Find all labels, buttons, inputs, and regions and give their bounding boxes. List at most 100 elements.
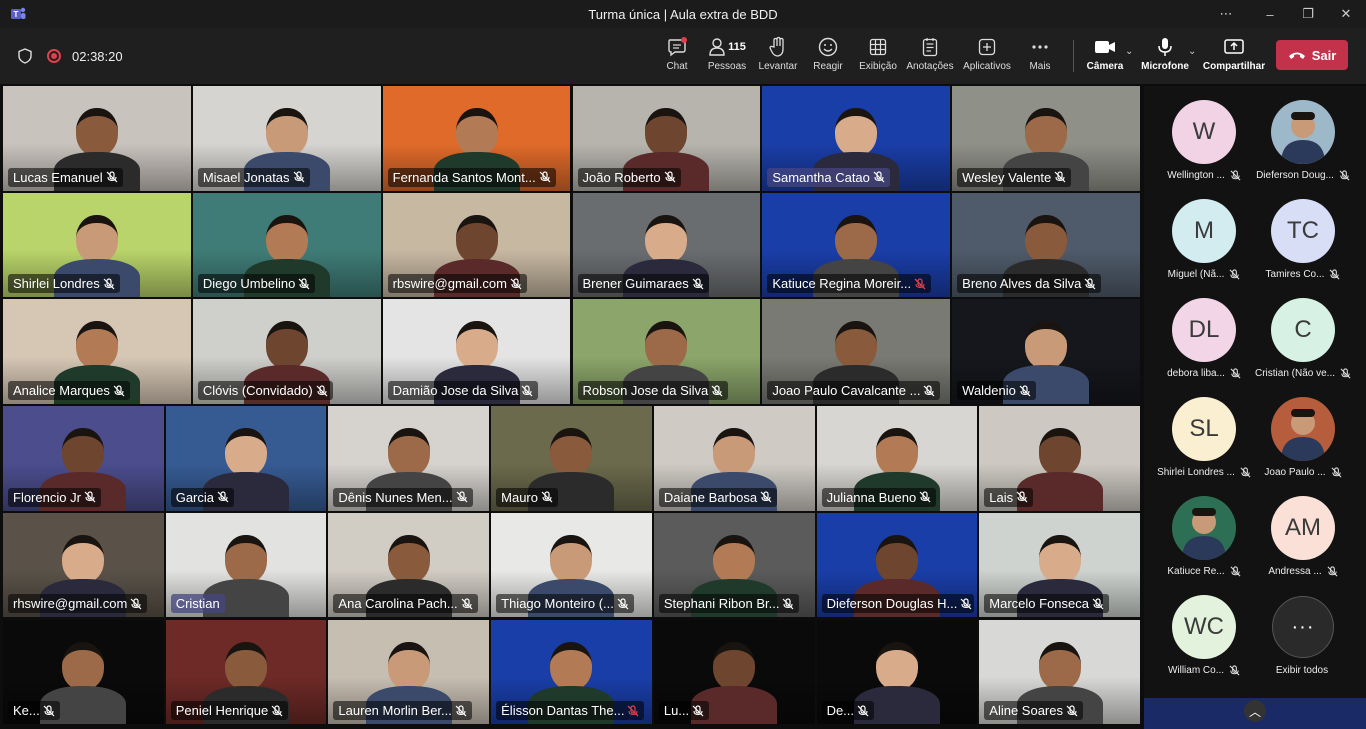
video-tile[interactable]: Joao Paulo Cavalcante ... (762, 299, 951, 405)
video-tile[interactable]: Dieferson Douglas H... (816, 512, 978, 618)
video-tile[interactable]: Thiago Monteiro (... (491, 512, 652, 618)
smiley-icon (818, 37, 838, 57)
video-tile[interactable]: Ana Carolina Pach... (328, 512, 490, 618)
close-button[interactable]: ✕ (1326, 0, 1366, 28)
microphone-button[interactable]: Microfone (1141, 36, 1189, 80)
video-tile[interactable]: Cristian (165, 512, 327, 618)
video-tile[interactable]: Analice Marques (3, 299, 191, 405)
notes-button[interactable]: Anotações (906, 36, 954, 80)
video-tile[interactable]: Stephani Ribon Br... (653, 512, 815, 618)
react-button[interactable]: Reagir (812, 36, 844, 80)
participant-name-tag: Robson Jose da Silva (577, 381, 729, 401)
sidebar-participant[interactable]: TC Tamires Co... (1243, 189, 1363, 281)
video-tile[interactable]: Waldenio (952, 299, 1140, 405)
video-tile[interactable]: Dênis Nunes Men... (328, 406, 490, 511)
video-tile[interactable]: Lu... (653, 619, 815, 725)
mic-options-chevron-icon[interactable]: ⌄ (1188, 46, 1196, 57)
scroll-up-chevron-icon[interactable]: ︿ (1244, 700, 1266, 722)
video-tile[interactable]: Clóvis (Convidado) (192, 299, 381, 405)
people-button[interactable]: 115 Pessoas (706, 36, 748, 80)
mic-muted-icon (461, 598, 473, 610)
video-tile[interactable]: Diego Umbelino (192, 192, 381, 298)
video-tile[interactable]: Damião Jose da Silva (382, 299, 571, 405)
window-title: Turma única | Aula extra de BDD (588, 7, 778, 22)
raise-hand-button[interactable]: Levantar (758, 36, 798, 80)
camera-button[interactable]: Câmera (1087, 36, 1123, 80)
mic-muted-icon (760, 491, 772, 503)
participant-name: Fernanda Santos Mont... (392, 169, 536, 185)
sidebar-participant-label: Joao Paulo ... (1243, 467, 1363, 478)
window-more-button[interactable]: ⋯ (1206, 0, 1246, 28)
participant-name-tag: Lu... (658, 701, 710, 721)
video-tile[interactable]: Florencio Jr (3, 406, 164, 511)
sidebar-participant[interactable]: C Cristian (Não ve... (1243, 288, 1363, 380)
video-tile[interactable]: Katiuce Regina Moreir... (762, 192, 951, 298)
show-all-button[interactable]: ··· (1272, 596, 1334, 658)
sidebar-participant-label: Andressa ... (1243, 566, 1363, 577)
sidebar-participant[interactable]: WC William Co... (1144, 585, 1264, 677)
video-tile[interactable]: rbswire@gmail.com (382, 192, 571, 298)
video-tile[interactable]: Lucas Emanuel (3, 86, 191, 191)
participant-name: Élisson Dantas The... (501, 703, 625, 719)
video-tile[interactable]: Aline Soares (979, 619, 1140, 725)
sidebar-participant[interactable]: Dieferson Doug... (1243, 90, 1363, 182)
avatar-initials: DL (1172, 298, 1236, 362)
sidebar-participant[interactable]: AM Andressa ... (1243, 486, 1363, 578)
participant-name: De... (826, 703, 855, 719)
leave-button[interactable]: Sair (1276, 40, 1348, 70)
sidebar-participant[interactable]: Joao Paulo ... (1243, 387, 1363, 479)
participant-name-tag: Lucas Emanuel (8, 167, 123, 187)
mic-muted-icon (1340, 368, 1351, 379)
mic-muted-icon (914, 278, 926, 290)
video-tile[interactable]: Robson Jose da Silva (572, 299, 761, 405)
video-tile[interactable]: Lauren Morlin Ber... (328, 619, 490, 725)
video-tile[interactable]: Marcelo Fonseca (979, 512, 1140, 618)
chat-button[interactable]: Chat (662, 36, 692, 80)
video-tile[interactable]: Élisson Dantas The... (491, 619, 652, 725)
video-tile[interactable]: Lais (979, 406, 1140, 511)
participant-name: Lauren Morlin Ber... (338, 703, 452, 719)
video-tile[interactable]: De... (816, 619, 978, 725)
participant-name: Brener Guimaraes (582, 276, 689, 292)
title-bar: T Turma única | Aula extra de BDD ⋯ – ❐ … (0, 0, 1366, 28)
view-button[interactable]: Exibição (858, 36, 898, 80)
participant-name: Garcia (175, 489, 214, 505)
share-button[interactable]: Compartilhar (1203, 36, 1265, 80)
sidebar-participant-name: Katiuce Re... (1167, 566, 1225, 577)
mic-muted-icon (692, 705, 704, 717)
video-tile[interactable]: Shirlei Londres (3, 192, 191, 298)
participant-name-tag: Cristian (170, 594, 225, 614)
participant-name-tag: Peniel Henrique (170, 701, 289, 721)
video-tile[interactable]: Fernanda Santos Mont... (382, 86, 571, 191)
avatar-photo (1271, 100, 1335, 164)
maximize-button[interactable]: ❐ (1288, 0, 1328, 28)
video-tile[interactable]: Mauro (491, 406, 652, 511)
avatar-initials: TC (1271, 199, 1335, 263)
participant-name-tag: rhswire@gmail.com (8, 594, 148, 614)
mic-muted-icon (1339, 170, 1350, 181)
mic-muted-icon (1016, 491, 1028, 503)
more-button[interactable]: Mais (1026, 36, 1054, 80)
apps-button[interactable]: Aplicativos (962, 36, 1012, 80)
participant-name: Breno Alves da Silva (962, 276, 1082, 292)
video-tile[interactable]: Garcia (165, 406, 327, 511)
video-tile[interactable]: Julianna Bueno (816, 406, 978, 511)
video-tile[interactable]: Misael Jonatas (192, 86, 381, 191)
video-tile[interactable]: rhswire@gmail.com (3, 512, 164, 618)
video-tile[interactable]: Wesley Valente (952, 86, 1140, 191)
mic-muted-icon (919, 491, 931, 503)
video-tile[interactable]: Peniel Henrique (165, 619, 327, 725)
video-tile[interactable]: Breno Alves da Silva (952, 192, 1140, 298)
mic-muted-icon (1331, 467, 1342, 478)
video-grid: Lucas Emanuel Misael Jonatas Fernanda Sant… (3, 86, 1142, 726)
participant-name-tag: Samantha Catao (767, 167, 890, 187)
video-tile[interactable]: Samantha Catao (762, 86, 951, 191)
camera-icon (1095, 41, 1115, 53)
camera-options-chevron-icon[interactable]: ⌄ (1125, 46, 1133, 57)
video-tile[interactable]: João Roberto (572, 86, 761, 191)
video-tile[interactable]: Daiane Barbosa (653, 406, 815, 511)
participant-name-tag: Fernanda Santos Mont... (387, 167, 556, 187)
video-tile[interactable]: Brener Guimaraes (572, 192, 761, 298)
minimize-button[interactable]: – (1250, 0, 1290, 28)
video-tile[interactable]: Ke... (3, 619, 164, 725)
